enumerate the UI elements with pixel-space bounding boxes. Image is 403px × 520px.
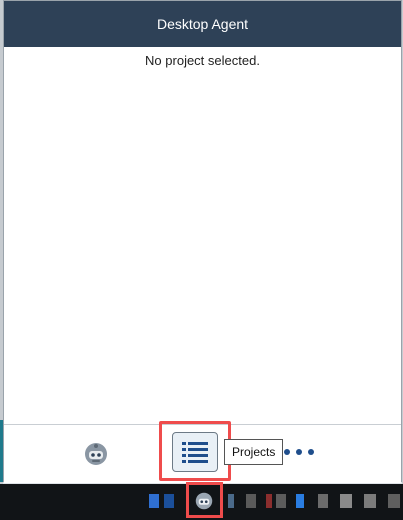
robot-icon xyxy=(85,443,107,465)
taskbar xyxy=(0,482,403,520)
more-horizontal-icon xyxy=(284,449,290,455)
agent-robot-button[interactable] xyxy=(84,442,108,466)
window-footer: Projects xyxy=(4,421,401,483)
status-message: No project selected. xyxy=(145,53,260,68)
tray-icon[interactable] xyxy=(266,494,272,508)
window-title: Desktop Agent xyxy=(156,16,249,32)
tray-icon[interactable] xyxy=(318,494,328,508)
projects-button[interactable] xyxy=(172,432,218,472)
projects-tooltip: Projects xyxy=(224,439,284,465)
more-dot xyxy=(296,449,302,455)
window-titlebar: Desktop Agent xyxy=(4,1,401,47)
tray-icon[interactable] xyxy=(149,494,159,508)
desktop-agent-window: Desktop Agent No project selected. Proje… xyxy=(3,0,402,483)
tray-icon[interactable] xyxy=(364,494,376,508)
tray-agent-button[interactable] xyxy=(195,492,213,510)
tray-icon[interactable] xyxy=(296,494,304,508)
more-options-button[interactable] xyxy=(284,443,314,461)
more-dot xyxy=(308,449,314,455)
tray-icon[interactable] xyxy=(276,494,286,508)
tray-icon[interactable] xyxy=(340,494,352,508)
list-icon xyxy=(182,442,208,463)
robot-icon xyxy=(195,492,213,510)
tray-icon[interactable] xyxy=(228,494,234,508)
tray-icon[interactable] xyxy=(388,494,400,508)
tray-icon[interactable] xyxy=(164,494,174,508)
tray-icon[interactable] xyxy=(246,494,256,508)
